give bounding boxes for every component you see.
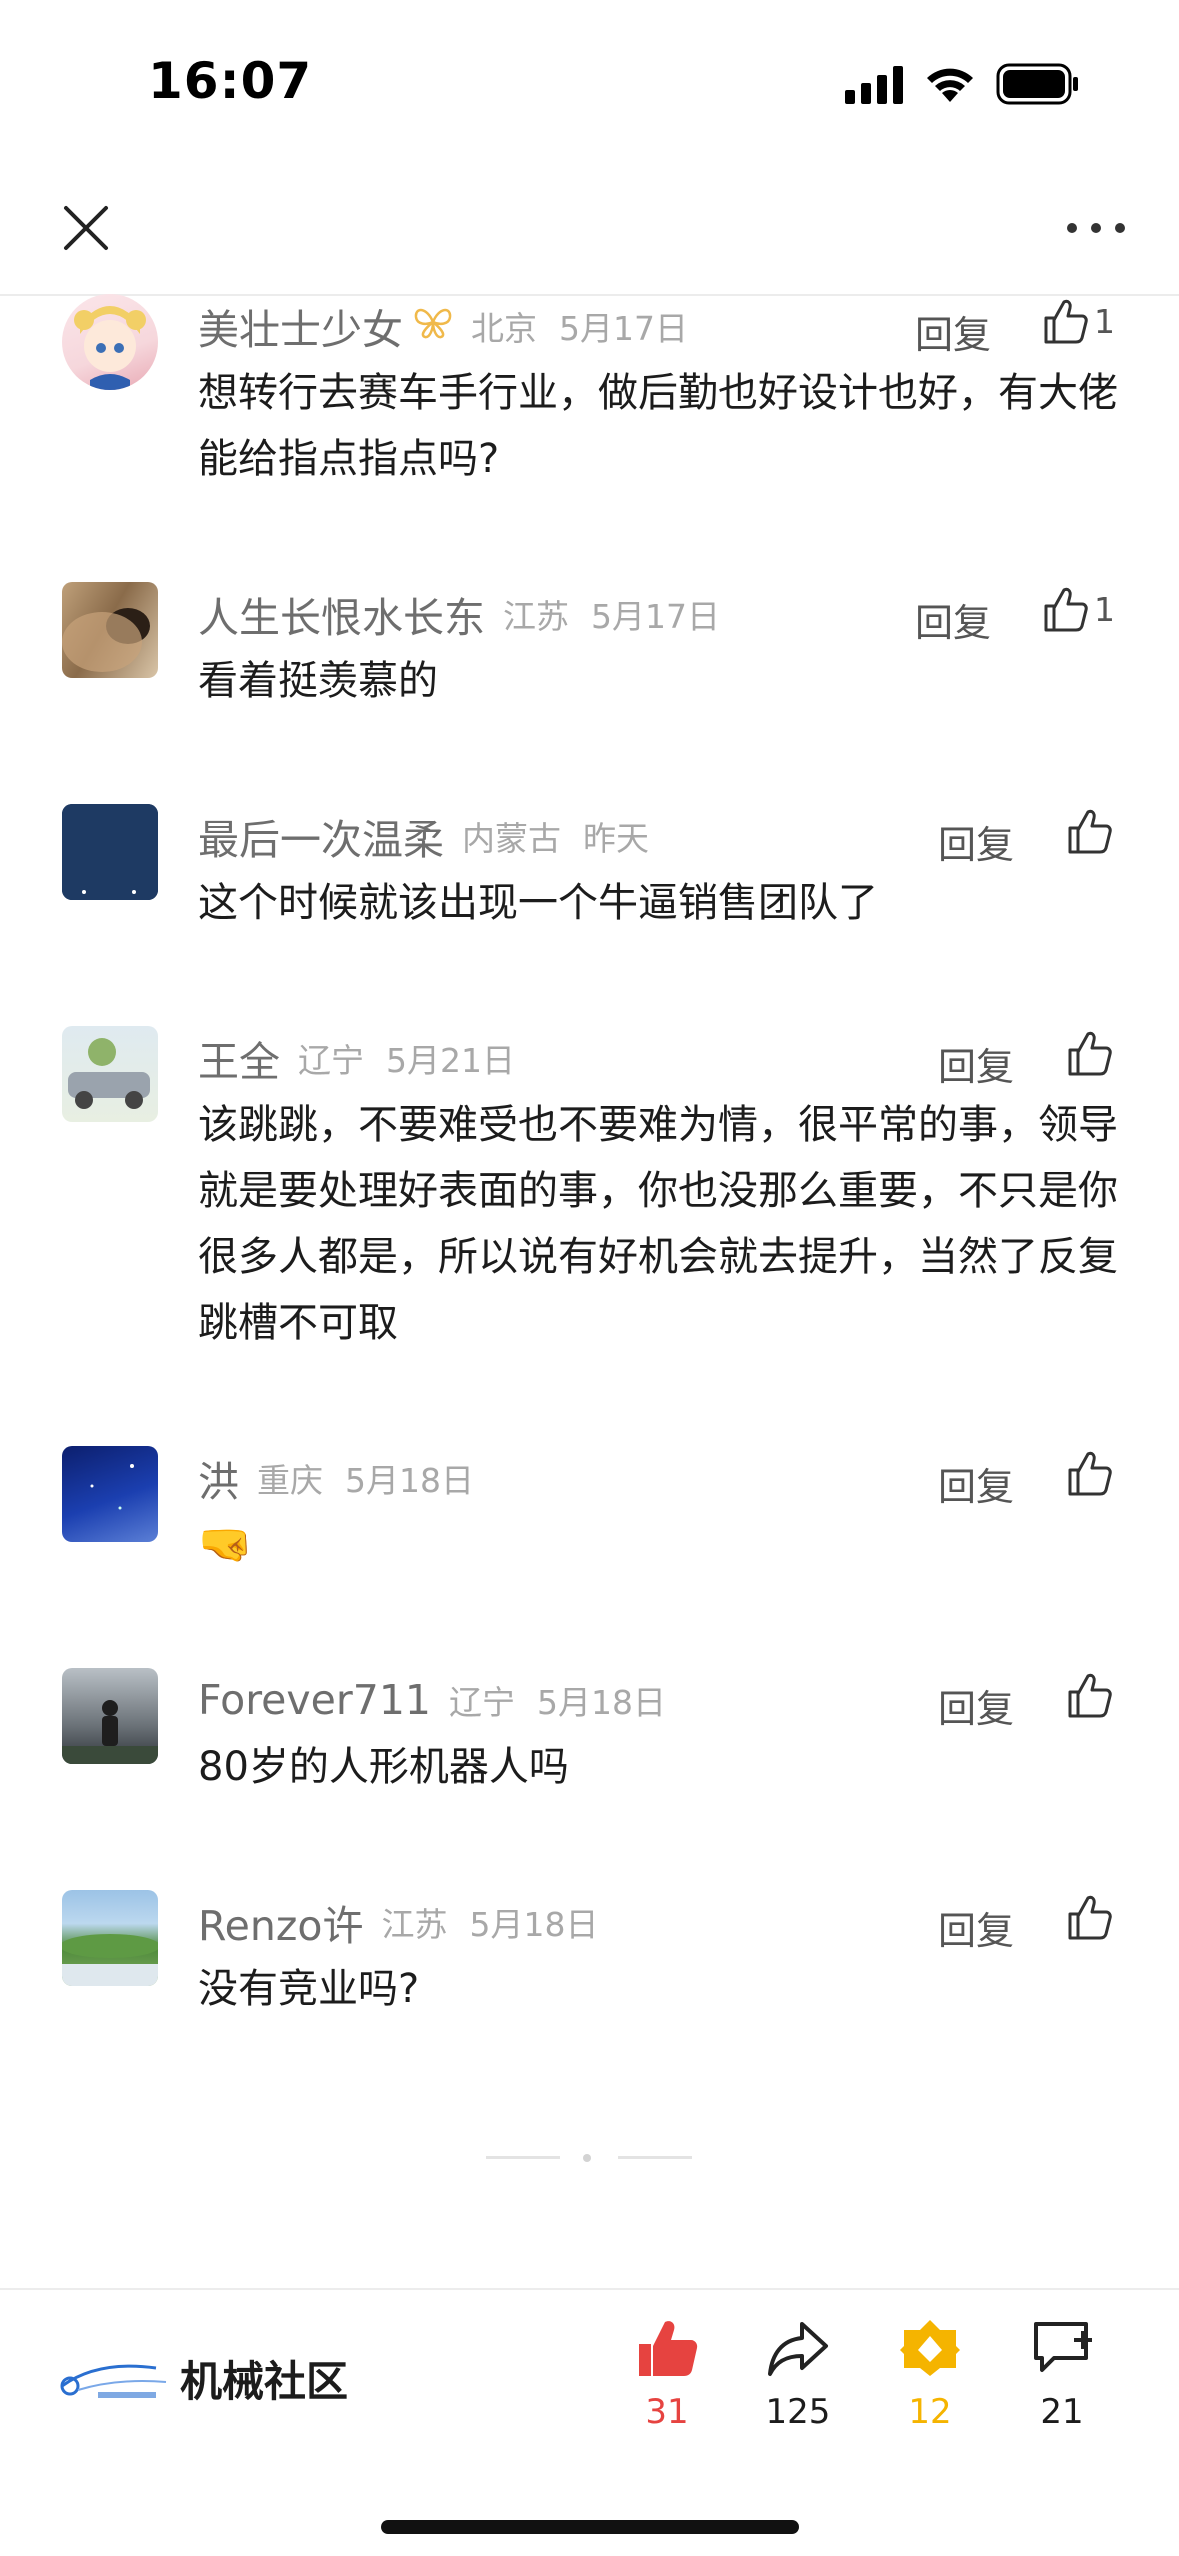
thumbs-up-icon <box>1068 1451 1112 1496</box>
close-icon <box>64 206 108 250</box>
reply-button[interactable]: 回复 <box>938 1456 1014 1511</box>
comment-text: 想转行去赛车手行业，做后勤也好设计也好，有大佬能给指点指点吗? <box>198 370 1118 482</box>
date: 5月17日 <box>559 309 688 348</box>
like-button[interactable] <box>1064 1670 1118 1720</box>
like-button[interactable] <box>1064 1028 1118 1078</box>
comment-action-button[interactable]: 21 <box>1002 2318 1122 2432</box>
favorite-icon <box>900 2320 960 2376</box>
pager-indicator <box>618 2156 692 2159</box>
like-count: 1 <box>1094 589 1115 629</box>
location: 江苏 <box>381 1905 448 1944</box>
avatar[interactable] <box>62 1446 158 1542</box>
community-name[interactable]: 机械社区 <box>180 2348 348 2409</box>
avatar[interactable] <box>62 294 158 390</box>
favorite-action-button[interactable]: 12 <box>870 2318 990 2432</box>
date: 5月17日 <box>591 597 720 636</box>
thumbs-up-icon <box>1044 587 1088 632</box>
thumbs-up-icon <box>1044 299 1088 344</box>
avatar[interactable] <box>62 582 158 678</box>
wifi-icon <box>927 68 973 102</box>
date: 5月18日 <box>537 1683 666 1722</box>
username[interactable]: 王全 <box>198 1028 280 1088</box>
comment-meta: 王全 辽宁 5月21日 <box>198 1030 515 1086</box>
pager-dot <box>583 2154 591 2162</box>
thumbs-up-icon <box>1068 1673 1112 1718</box>
comment-text: 没有竞业吗? <box>198 1966 420 2012</box>
comment-count: 21 <box>1040 2392 1084 2432</box>
battery-icon <box>996 63 1078 105</box>
thumbs-up-icon <box>1068 809 1112 854</box>
username[interactable]: 人生长恨水长东 <box>198 584 485 644</box>
like-button[interactable] <box>1064 1448 1118 1498</box>
comment-meta: Renzo许 江苏 5月18日 <box>198 1894 598 1950</box>
username[interactable]: 最后一次温柔 <box>198 806 444 866</box>
nav-divider <box>0 294 1179 296</box>
community-logo[interactable] <box>58 2356 170 2404</box>
more-button[interactable] <box>1064 200 1128 256</box>
comment-text: 这个时候就该出现一个牛逼销售团队了 <box>198 880 878 926</box>
like-button[interactable]: 1 <box>1040 296 1115 346</box>
username[interactable]: Forever711 <box>198 1676 431 1724</box>
date: 5月21日 <box>386 1041 515 1080</box>
close-button[interactable] <box>58 200 114 256</box>
status-time: 16:07 <box>148 52 313 110</box>
comment-meta: 最后一次温柔 内蒙古 昨天 <box>198 808 649 864</box>
reply-button[interactable]: 回复 <box>938 1036 1014 1091</box>
comment-icon <box>1034 2322 1092 2372</box>
like-count: 31 <box>645 2392 689 2432</box>
avatar[interactable] <box>62 1668 158 1764</box>
bottom-divider <box>0 2288 1179 2290</box>
location: 江苏 <box>503 597 569 636</box>
avatar[interactable] <box>62 804 158 900</box>
favorite-count: 12 <box>908 2392 952 2432</box>
avatar[interactable] <box>62 1890 158 1986</box>
like-button[interactable] <box>1064 1892 1118 1942</box>
comment-text: 🤜 <box>198 1519 253 1570</box>
home-indicator[interactable] <box>381 2520 799 2534</box>
location: 辽宁 <box>449 1683 515 1722</box>
signal-icon <box>845 66 903 104</box>
comment-text: 80岁的人形机器人吗 <box>198 1744 569 1790</box>
username[interactable]: 洪 <box>198 1448 239 1508</box>
thumbs-up-icon <box>639 2321 698 2376</box>
like-count: 1 <box>1094 301 1115 341</box>
share-count: 125 <box>765 2392 831 2432</box>
reply-button[interactable]: 回复 <box>938 1678 1014 1733</box>
thumbs-up-icon <box>1068 1895 1112 1940</box>
date: 5月18日 <box>345 1461 474 1500</box>
date: 昨天 <box>583 819 649 858</box>
comment-meta: 美壮士少女 北京 5月17日 <box>198 298 688 354</box>
share-icon <box>768 2322 828 2376</box>
date: 5月18日 <box>469 1905 599 1944</box>
like-action-button[interactable]: 31 <box>607 2318 727 2432</box>
avatar[interactable] <box>62 1026 158 1122</box>
share-action-button[interactable]: 125 <box>738 2318 858 2432</box>
comment-meta: 洪 重庆 5月18日 <box>198 1450 474 1506</box>
location: 内蒙古 <box>462 819 561 858</box>
more-icon <box>1067 223 1125 233</box>
username[interactable]: Renzo许 <box>198 1892 363 1952</box>
reply-button[interactable]: 回复 <box>938 1900 1014 1955</box>
comment-text: 该跳跳，不要难受也不要难为情，很平常的事，领导就是要处理好表面的事，你也没那么重… <box>198 1102 1118 1346</box>
username[interactable]: 美壮士少女 <box>198 296 403 356</box>
reply-button[interactable]: 回复 <box>938 814 1014 869</box>
butterfly-icon <box>413 304 453 348</box>
like-button[interactable] <box>1064 806 1118 856</box>
comment-text: 看着挺羡慕的 <box>198 658 438 704</box>
reply-button[interactable]: 回复 <box>915 304 991 359</box>
pager-indicator <box>486 2156 560 2159</box>
thumbs-up-icon <box>1068 1031 1112 1076</box>
comment-meta: 人生长恨水长东 江苏 5月17日 <box>198 586 720 642</box>
comment-meta: Forever711 辽宁 5月18日 <box>198 1672 666 1728</box>
reply-button[interactable]: 回复 <box>915 592 991 647</box>
location: 辽宁 <box>298 1041 364 1080</box>
location: 北京 <box>471 309 537 348</box>
like-button[interactable]: 1 <box>1040 584 1115 634</box>
location: 重庆 <box>257 1461 323 1500</box>
